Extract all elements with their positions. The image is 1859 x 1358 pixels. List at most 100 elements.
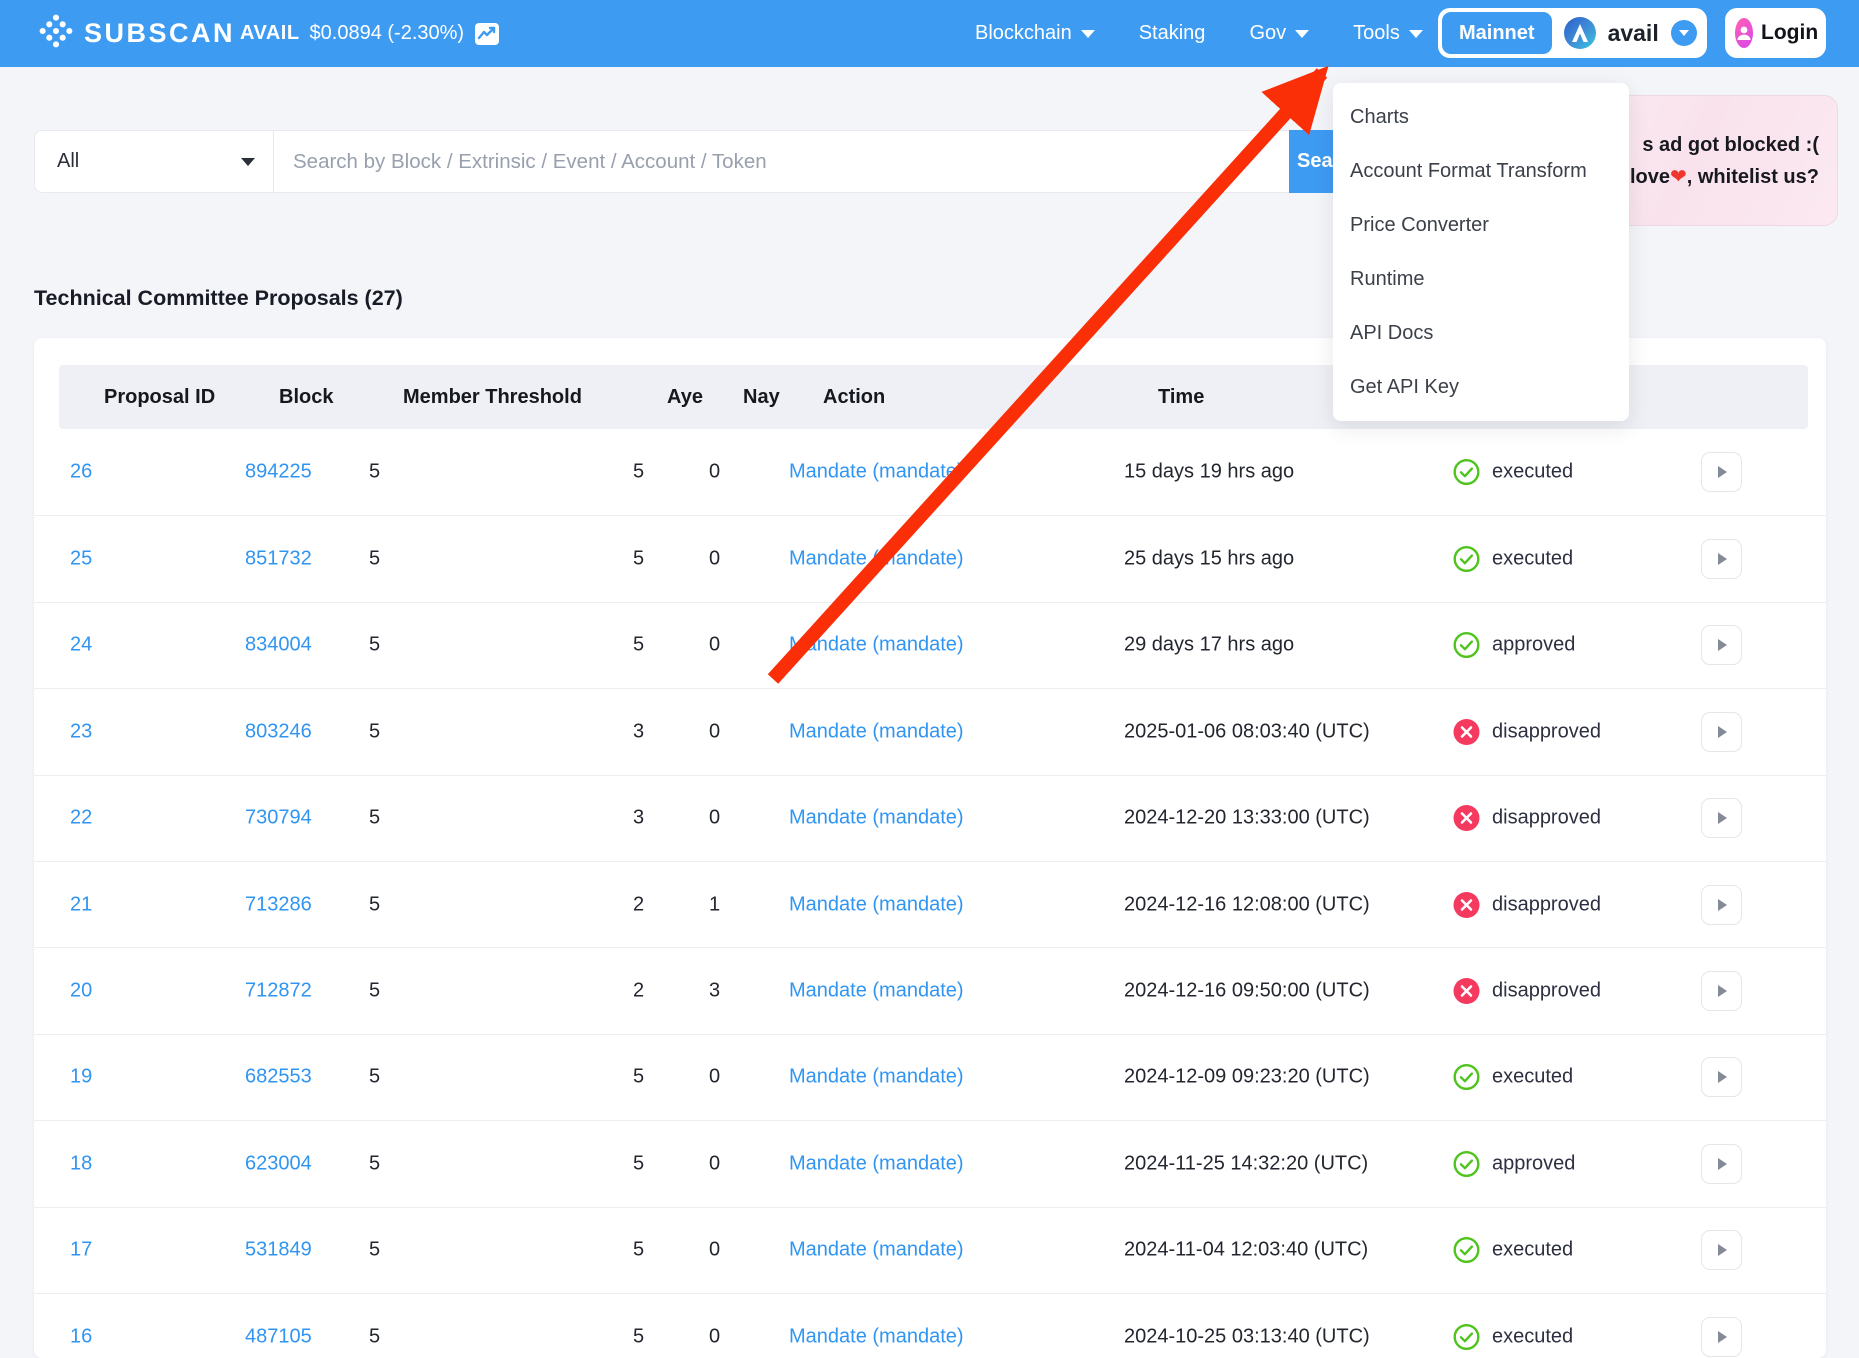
- chevron-down-icon: [1409, 30, 1423, 38]
- action-link[interactable]: Mandate (mandate): [789, 461, 964, 484]
- x-circle-icon: [1453, 891, 1480, 918]
- search-input[interactable]: [293, 131, 1313, 192]
- action-link[interactable]: Mandate (mandate): [789, 1152, 964, 1175]
- expand-row-button[interactable]: [1701, 971, 1742, 1011]
- expand-row-button[interactable]: [1701, 712, 1742, 752]
- status-badge: disapproved: [1453, 718, 1601, 745]
- block-link[interactable]: 531849: [245, 1239, 312, 1262]
- expand-row-button[interactable]: [1701, 1057, 1742, 1097]
- expand-row-button[interactable]: [1701, 1230, 1742, 1270]
- tools-dropdown-menu: ChartsAccount Format TransformPrice Conv…: [1333, 83, 1629, 421]
- col-header-time: Time: [1158, 365, 1204, 429]
- aye-value: 2: [633, 893, 644, 916]
- block-link[interactable]: 623004: [245, 1152, 312, 1175]
- proposal-id-link[interactable]: 21: [70, 893, 92, 916]
- member-threshold-value: 5: [369, 1066, 380, 1089]
- action-link[interactable]: Mandate (mandate): [789, 1066, 964, 1089]
- nay-value: 1: [709, 893, 720, 916]
- action-link[interactable]: Mandate (mandate): [789, 1325, 964, 1348]
- check-circle-icon: [1453, 1237, 1480, 1264]
- expand-row-button[interactable]: [1701, 1317, 1742, 1357]
- user-icon: [1735, 18, 1753, 48]
- tools-menu-item[interactable]: Account Format Transform: [1333, 144, 1629, 198]
- action-link[interactable]: Mandate (mandate): [789, 548, 964, 571]
- subscan-dots-icon: [39, 14, 73, 53]
- action-link[interactable]: Mandate (mandate): [789, 893, 964, 916]
- block-link[interactable]: 487105: [245, 1325, 312, 1348]
- action-link[interactable]: Mandate (mandate): [789, 1239, 964, 1262]
- expand-row-button[interactable]: [1701, 452, 1742, 492]
- proposal-id-link[interactable]: 19: [70, 1066, 92, 1089]
- network-selector: Mainnet avail: [1438, 8, 1707, 58]
- status-text: executed: [1492, 1325, 1573, 1348]
- aye-value: 5: [633, 548, 644, 571]
- check-circle-icon: [1453, 1323, 1480, 1350]
- menu-item-blockchain[interactable]: Blockchain: [975, 22, 1095, 45]
- login-label: Login: [1761, 21, 1818, 45]
- block-link[interactable]: 894225: [245, 461, 312, 484]
- search-filter-select[interactable]: All: [35, 131, 273, 192]
- nay-value: 0: [709, 1239, 720, 1262]
- x-circle-icon: [1453, 978, 1480, 1005]
- proposal-id-link[interactable]: 16: [70, 1325, 92, 1348]
- time-value: 2024-11-25 14:32:20 (UTC): [1124, 1152, 1368, 1175]
- tools-menu-item[interactable]: Charts: [1333, 90, 1629, 144]
- table-row: 23803246530Mandate (mandate)2025-01-06 0…: [34, 688, 1826, 774]
- action-link[interactable]: Mandate (mandate): [789, 807, 964, 830]
- col-header-member-threshold: Member Threshold: [403, 365, 582, 429]
- status-text: approved: [1492, 634, 1575, 657]
- action-link[interactable]: Mandate (mandate): [789, 634, 964, 657]
- block-link[interactable]: 803246: [245, 720, 312, 743]
- proposal-id-link[interactable]: 18: [70, 1152, 92, 1175]
- time-value: 2024-12-16 09:50:00 (UTC): [1124, 980, 1370, 1003]
- expand-row-button[interactable]: [1701, 539, 1742, 579]
- proposal-id-link[interactable]: 20: [70, 980, 92, 1003]
- block-link[interactable]: 834004: [245, 634, 312, 657]
- menu-item-staking[interactable]: Staking: [1139, 22, 1206, 45]
- proposal-id-link[interactable]: 17: [70, 1239, 92, 1262]
- mainnet-button[interactable]: Mainnet: [1442, 12, 1552, 54]
- table-row: 22730794530Mandate (mandate)2024-12-20 1…: [34, 775, 1826, 861]
- action-link[interactable]: Mandate (mandate): [789, 980, 964, 1003]
- login-button[interactable]: Login: [1725, 8, 1826, 58]
- token-price: $0.0894 (-2.30%): [310, 22, 465, 45]
- status-text: executed: [1492, 1066, 1573, 1089]
- check-circle-icon: [1453, 1150, 1480, 1177]
- tools-menu-item[interactable]: API Docs: [1333, 306, 1629, 360]
- expand-row-button[interactable]: [1701, 1144, 1742, 1184]
- status-badge: disapproved: [1453, 891, 1601, 918]
- expand-row-button[interactable]: [1701, 885, 1742, 925]
- price-chart-icon[interactable]: [474, 22, 500, 46]
- tools-menu-item[interactable]: Runtime: [1333, 252, 1629, 306]
- tools-menu-item[interactable]: Price Converter: [1333, 198, 1629, 252]
- block-link[interactable]: 851732: [245, 548, 312, 571]
- aye-value: 5: [633, 1239, 644, 1262]
- proposal-id-link[interactable]: 26: [70, 461, 92, 484]
- proposal-id-link[interactable]: 23: [70, 720, 92, 743]
- block-link[interactable]: 730794: [245, 807, 312, 830]
- subscan-logo[interactable]: SUBSCAN: [39, 0, 235, 67]
- block-link[interactable]: 712872: [245, 980, 312, 1003]
- proposals-table: Proposal ID Block Member Threshold Aye N…: [34, 338, 1826, 1358]
- check-circle-icon: [1453, 459, 1480, 486]
- expand-row-button[interactable]: [1701, 625, 1742, 665]
- nay-value: 3: [709, 980, 720, 1003]
- proposal-id-link[interactable]: 22: [70, 807, 92, 830]
- proposal-id-link[interactable]: 25: [70, 548, 92, 571]
- status-badge: disapproved: [1453, 805, 1601, 832]
- block-link[interactable]: 682553: [245, 1066, 312, 1089]
- block-link[interactable]: 713286: [245, 893, 312, 916]
- menu-item-tools[interactable]: Tools: [1353, 22, 1423, 45]
- action-link[interactable]: Mandate (mandate): [789, 720, 964, 743]
- col-header-action: Action: [823, 365, 885, 429]
- network-chevron-icon[interactable]: [1671, 20, 1697, 46]
- menu-item-gov[interactable]: Gov: [1249, 22, 1309, 45]
- table-row: 26894225550Mandate (mandate)15 days 19 h…: [34, 429, 1826, 515]
- member-threshold-value: 5: [369, 980, 380, 1003]
- expand-row-button[interactable]: [1701, 798, 1742, 838]
- proposal-id-link[interactable]: 24: [70, 634, 92, 657]
- table-row: 21713286521Mandate (mandate)2024-12-16 1…: [34, 861, 1826, 947]
- member-threshold-value: 5: [369, 720, 380, 743]
- check-circle-icon: [1453, 1064, 1480, 1091]
- tools-menu-item[interactable]: Get API Key: [1333, 360, 1629, 414]
